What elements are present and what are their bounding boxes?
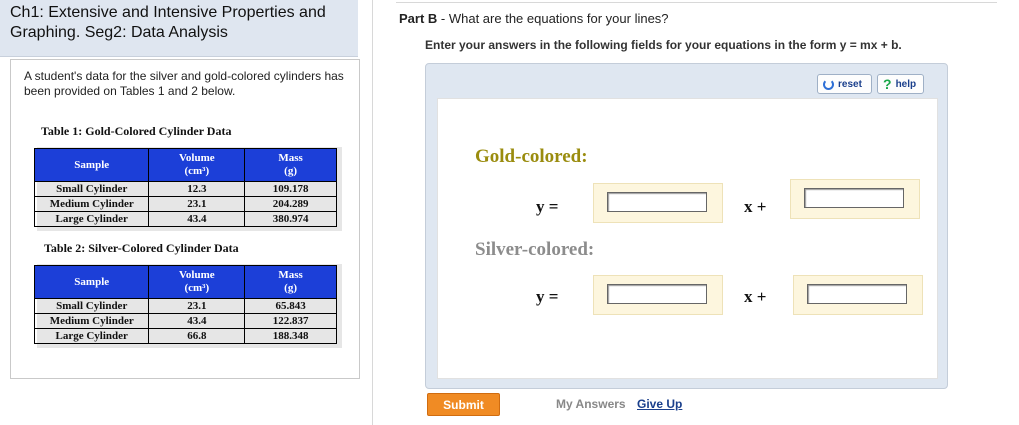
silver-intercept-input[interactable] [807, 284, 907, 304]
gold-intercept-box [790, 179, 920, 219]
reset-icon [823, 78, 834, 90]
reset-button[interactable]: reset [817, 74, 872, 94]
gold-volume-header: Volume (cm³) [148, 148, 246, 182]
part-label: Part B [399, 11, 438, 26]
data-card: A student's data for the silver and gold… [10, 59, 360, 379]
table-row: Large Cylinder 43.4 380.974 [33, 211, 337, 227]
left-panel: Ch1: Extensive and Intensive Properties … [0, 0, 372, 425]
top-rule [396, 2, 997, 3]
silver-y-label: y = [536, 287, 559, 306]
silver-heading: Silver-colored: [475, 239, 595, 260]
answer-panel: reset ? help Gold-colored: y = x + Silve… [425, 63, 948, 389]
help-button[interactable]: ? help [877, 74, 924, 94]
silver-volume-header: Volume (cm³) [148, 265, 246, 299]
my-answers-link[interactable]: My Answers [556, 397, 626, 411]
silver-x-label: x + [744, 287, 767, 306]
table2-caption: Table 2: Silver-Colored Cylinder Data [44, 241, 239, 255]
gold-slope-box [593, 183, 723, 223]
page-title: Ch1: Extensive and Intensive Properties … [10, 4, 326, 41]
table-row: Medium Cylinder 43.4 122.837 [33, 313, 337, 329]
silver-sample-header: Sample [33, 265, 150, 299]
gold-mass-header: Mass (g) [244, 148, 337, 182]
help-icon: ? [883, 76, 892, 92]
equation-area: Gold-colored: y = x + Silver-colored: y … [437, 98, 938, 379]
question-heading: Part B - What are the equations for your… [399, 11, 669, 26]
instruction-text: Enter your answers in the following fiel… [425, 38, 902, 52]
gold-x-label: x + [744, 197, 767, 216]
silver-slope-input[interactable] [607, 284, 707, 304]
table-row: Small Cylinder 23.1 65.843 [33, 298, 337, 314]
gold-slope-input[interactable] [607, 192, 707, 212]
table-row: Large Cylinder 66.8 188.348 [33, 328, 337, 344]
silver-intercept-box [793, 275, 923, 315]
gold-y-label: y = [536, 197, 559, 216]
silver-table: Sample Volume (cm³) Mass (g) Small Cylinde… [33, 265, 337, 344]
gold-heading: Gold-colored: [475, 146, 588, 167]
give-up-link[interactable]: Give Up [637, 397, 682, 411]
panel-divider [372, 0, 373, 425]
gold-sample-header: Sample [33, 148, 150, 182]
title-banner: Ch1: Extensive and Intensive Properties … [0, 0, 358, 57]
gold-table: Sample Volume (cm³) Mass (g) Small Cylinde… [33, 148, 337, 227]
question-text: - What are the equations for your lines? [437, 11, 669, 26]
silver-slope-box [593, 275, 723, 315]
submit-button[interactable]: Submit [427, 393, 500, 416]
table-row: Small Cylinder 12.3 109.178 [33, 181, 337, 197]
table-row: Medium Cylinder 23.1 204.289 [33, 196, 337, 212]
silver-mass-header: Mass (g) [244, 265, 337, 299]
gold-intercept-input[interactable] [804, 188, 904, 208]
intro-text: A student's data for the silver and gold… [24, 69, 344, 98]
